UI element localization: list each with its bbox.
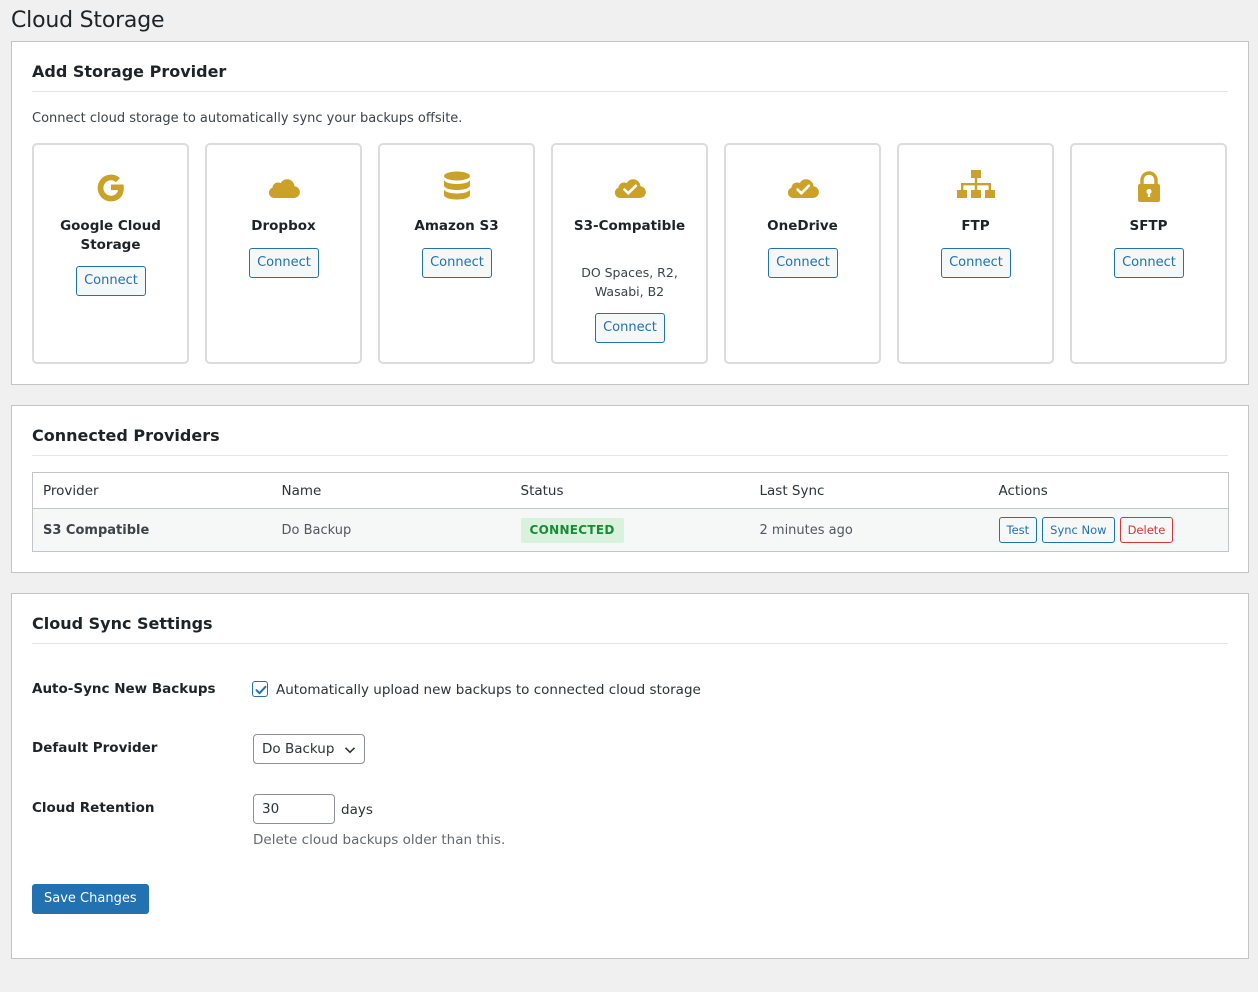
provider-cell: S3 Compatible	[32, 508, 272, 552]
sync-now-button[interactable]: Sync Now	[1042, 517, 1115, 543]
connect-google-cloud-storage-button[interactable]: Connect	[76, 266, 146, 296]
database-icon	[380, 169, 533, 205]
connected-providers-table: Provider Name Status Last Sync Actions S…	[32, 472, 1229, 552]
provider-name: Google Cloud Storage	[60, 218, 161, 253]
sitemap-icon	[899, 169, 1052, 205]
provider-description: DO Spaces, R2, Wasabi, B2	[581, 265, 678, 299]
provider-name: S3-Compatible	[573, 218, 686, 234]
connect-s3-compatible-button[interactable]: Connect	[595, 313, 665, 343]
panel-header: Add Storage Provider	[32, 62, 1228, 92]
connect-ftp-button[interactable]: Connect	[941, 248, 1011, 278]
cloud-check-icon	[553, 169, 706, 205]
column-header-provider: Provider	[32, 472, 272, 509]
default-provider-label: Default Provider	[32, 740, 158, 756]
auto-sync-checkbox[interactable]	[252, 681, 268, 697]
connect-sftp-button[interactable]: Connect	[1114, 248, 1184, 278]
save-changes-button[interactable]: Save Changes	[32, 884, 149, 914]
add-storage-provider-panel: Add Storage Provider Connect cloud stora…	[11, 41, 1249, 385]
retention-unit: days	[341, 802, 373, 818]
page-title: Cloud Storage	[11, 8, 165, 33]
panel-title: Cloud Sync Settings	[32, 614, 213, 633]
cloud-retention-label: Cloud Retention	[32, 800, 155, 816]
panel-header: Cloud Sync Settings	[32, 614, 1228, 644]
table-header-row: Provider Name Status Last Sync Actions	[32, 472, 1229, 509]
last-sync-cell: 2 minutes ago	[749, 508, 989, 552]
panel-title: Connected Providers	[32, 426, 220, 445]
status-badge: CONNECTED	[520, 517, 624, 543]
provider-name: Dropbox	[251, 218, 316, 234]
provider-name: FTP	[961, 218, 990, 234]
provider-card-amazon-s3: Amazon S3 Connect	[378, 143, 535, 364]
connected-providers-panel: Connected Providers Provider Name Status…	[11, 405, 1249, 573]
provider-card-google-cloud-storage: Google Cloud Storage Connect	[32, 143, 189, 364]
chevron-down-icon	[344, 747, 356, 754]
column-header-status: Status	[510, 472, 750, 509]
actions-cell: Test Sync Now Delete	[988, 508, 1229, 552]
intro-text: Connect cloud storage to automatically s…	[32, 111, 463, 126]
column-header-last-sync: Last Sync	[749, 472, 989, 509]
status-cell: CONNECTED	[510, 508, 750, 552]
cloud-sync-settings-panel: Cloud Sync Settings Auto-Sync New Backup…	[11, 593, 1249, 959]
provider-card-dropbox: Dropbox Connect	[205, 143, 362, 364]
cloud-retention-input[interactable]: 30	[253, 794, 335, 824]
connect-amazon-s3-button[interactable]: Connect	[422, 248, 492, 278]
provider-name: Amazon S3	[414, 218, 499, 234]
table-row: S3 Compatible Do Backup CONNECTED 2 minu…	[32, 508, 1229, 552]
provider-card-onedrive: OneDrive Connect	[724, 143, 881, 364]
delete-button[interactable]: Delete	[1119, 517, 1174, 543]
default-provider-value: Do Backup	[262, 741, 335, 757]
provider-card-sftp: SFTP Connect	[1070, 143, 1227, 364]
provider-card-s3-compatible: S3-Compatible DO Spaces, R2, Wasabi, B2 …	[551, 143, 708, 364]
column-header-name: Name	[271, 472, 511, 509]
name-cell: Do Backup	[271, 508, 511, 552]
connect-dropbox-button[interactable]: Connect	[249, 248, 319, 278]
cloud-icon	[207, 169, 360, 205]
connect-onedrive-button[interactable]: Connect	[768, 248, 838, 278]
default-provider-select[interactable]: Do Backup	[253, 734, 365, 764]
column-header-actions: Actions	[988, 472, 1229, 509]
panel-header: Connected Providers	[32, 426, 1228, 456]
provider-name: SFTP	[1129, 218, 1168, 234]
retention-hint: Delete cloud backups older than this.	[253, 832, 506, 848]
cloud-check-icon	[726, 169, 879, 205]
google-icon	[34, 169, 187, 205]
lock-icon	[1072, 169, 1225, 205]
auto-sync-label: Auto-Sync New Backups	[32, 681, 216, 697]
panel-title: Add Storage Provider	[32, 62, 227, 81]
provider-name: OneDrive	[767, 218, 838, 234]
test-button[interactable]: Test	[998, 517, 1038, 543]
provider-card-ftp: FTP Connect	[897, 143, 1054, 364]
auto-sync-description: Automatically upload new backups to conn…	[276, 682, 701, 698]
checkmark-icon	[255, 685, 267, 695]
